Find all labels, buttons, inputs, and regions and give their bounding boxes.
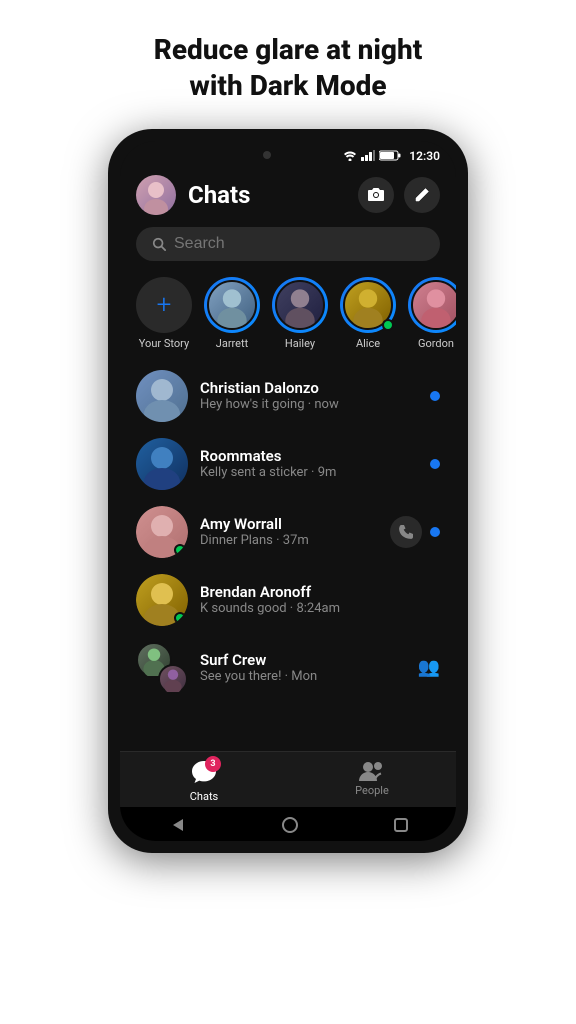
chat-item-roommates[interactable]: Roommates Kelly sent a sticker · 9m xyxy=(120,430,456,498)
status-time: 12:30 xyxy=(409,149,440,163)
chat-actions-amy xyxy=(390,516,440,548)
story-hailey[interactable]: Hailey xyxy=(272,277,328,350)
unread-dot-roommates xyxy=(430,459,440,469)
recents-icon[interactable] xyxy=(393,817,409,833)
chat-avatar-brendan xyxy=(136,574,188,626)
chat-name-christian: Christian Dalonzo xyxy=(200,379,418,397)
app-content: Chats xyxy=(120,167,456,841)
back-icon[interactable] xyxy=(167,815,187,835)
bottom-nav: 3 Chats People xyxy=(120,751,456,807)
nav-people-label: People xyxy=(355,784,389,797)
edit-icon xyxy=(414,187,430,203)
chat-info-amy: Amy Worrall Dinner Plans · 37m xyxy=(200,515,378,548)
unread-dot-christian xyxy=(430,391,440,401)
chat-preview-amy: Dinner Plans · 37m xyxy=(200,533,378,548)
nav-people[interactable]: People xyxy=(288,760,456,803)
story-jarrett-label: Jarrett xyxy=(216,337,248,350)
stories-row: + Your Story Jarrett xyxy=(120,269,456,362)
story-gordon-label: Gordon xyxy=(418,337,454,350)
people-nav-icon xyxy=(359,760,385,782)
alice-online-dot xyxy=(382,319,394,331)
header-actions xyxy=(358,177,440,213)
chat-avatar-christian xyxy=(136,370,188,422)
chat-preview-surfcrew: See you there! · Mon xyxy=(200,669,406,684)
story-alice-label: Alice xyxy=(356,337,380,350)
brendan-online-dot xyxy=(174,612,186,624)
chat-actions-surfcrew: 👥 xyxy=(418,657,440,678)
unread-dot-amy xyxy=(430,527,440,537)
chat-item-amy[interactable]: Amy Worrall Dinner Plans · 37m xyxy=(120,498,456,566)
page-headline: Reduce glare at night with Dark Mode xyxy=(114,0,463,129)
edit-button[interactable] xyxy=(404,177,440,213)
phone-frame: 12:30 Chats xyxy=(108,129,468,853)
android-nav-bar xyxy=(120,807,456,841)
chat-actions-roommates xyxy=(430,459,440,469)
chat-info-surfcrew: Surf Crew See you there! · Mon xyxy=(200,651,406,684)
chat-info-christian: Christian Dalonzo Hey how's it going · n… xyxy=(200,379,418,412)
status-bar: 12:30 xyxy=(120,141,456,167)
chat-preview-christian: Hey how's it going · now xyxy=(200,397,418,412)
chat-name-brendan: Brendan Aronoff xyxy=(200,583,440,601)
chat-avatar-amy xyxy=(136,506,188,558)
chat-name-roommates: Roommates xyxy=(200,447,418,465)
chat-item-brendan[interactable]: Brendan Aronoff K sounds good · 8:24am xyxy=(120,566,456,634)
chat-preview-brendan: K sounds good · 8:24am xyxy=(200,601,440,616)
header-title: Chats xyxy=(188,181,346,209)
chat-info-roommates: Roommates Kelly sent a sticker · 9m xyxy=(200,447,418,480)
chat-item-surfcrew[interactable]: Surf Crew See you there! · Mon 👥 xyxy=(120,634,456,702)
nav-chats-label: Chats xyxy=(190,790,218,803)
user-avatar[interactable] xyxy=(136,175,176,215)
phone-icon xyxy=(398,524,414,540)
battery-icon xyxy=(379,150,401,161)
your-story[interactable]: + Your Story xyxy=(136,277,192,350)
chats-badge: 3 xyxy=(205,756,221,772)
phone-screen: 12:30 Chats xyxy=(120,141,456,841)
amy-online-dot xyxy=(174,544,186,556)
story-jarrett[interactable]: Jarrett xyxy=(204,277,260,350)
chat-avatar-roommates xyxy=(136,438,188,490)
wifi-icon xyxy=(343,151,357,161)
call-button-amy[interactable] xyxy=(390,516,422,548)
story-hailey-label: Hailey xyxy=(285,337,315,350)
chat-info-brendan: Brendan Aronoff K sounds good · 8:24am xyxy=(200,583,440,616)
story-alice[interactable]: Alice xyxy=(340,277,396,350)
nav-chats-icon-wrap: 3 xyxy=(191,760,217,788)
header: Chats xyxy=(120,167,456,223)
chat-item-christian[interactable]: Christian Dalonzo Hey how's it going · n… xyxy=(120,362,456,430)
chat-actions-christian xyxy=(430,391,440,401)
chat-name-surfcrew: Surf Crew xyxy=(200,651,406,669)
nav-chats[interactable]: 3 Chats xyxy=(120,760,288,803)
search-icon xyxy=(152,237,166,251)
signal-icon xyxy=(361,150,375,161)
search-input[interactable] xyxy=(174,235,424,253)
chat-name-amy: Amy Worrall xyxy=(200,515,378,533)
chat-preview-roommates: Kelly sent a sticker · 9m xyxy=(200,465,418,480)
home-icon[interactable] xyxy=(280,815,300,835)
story-gordon[interactable]: Gordon xyxy=(408,277,456,350)
status-icons: 12:30 xyxy=(343,149,440,163)
your-story-label: Your Story xyxy=(139,337,189,350)
chat-list: Christian Dalonzo Hey how's it going · n… xyxy=(120,362,456,751)
camera-button[interactable] xyxy=(358,177,394,213)
chat-avatar-surfcrew xyxy=(136,642,188,694)
camera-icon xyxy=(367,187,385,202)
search-bar[interactable] xyxy=(136,227,440,261)
camera-dot xyxy=(263,151,271,159)
